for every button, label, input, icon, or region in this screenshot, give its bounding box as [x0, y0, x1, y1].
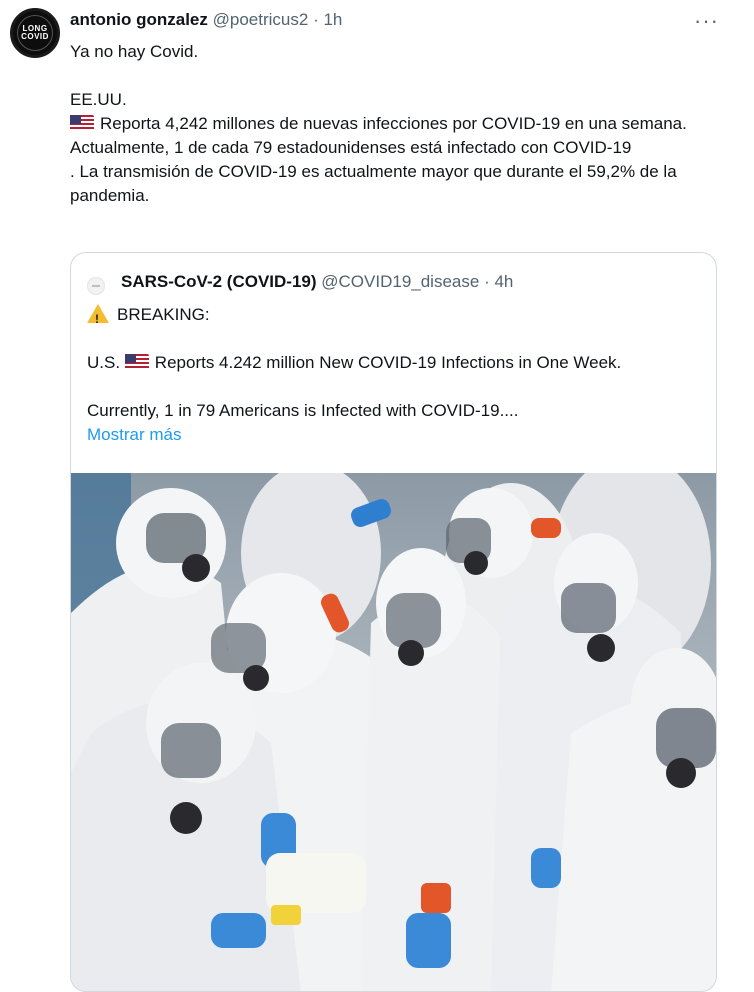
tweet-line-5: . La transmisión de COVID-19 es actualme… — [70, 162, 677, 205]
avatar-text-2: COVID — [21, 32, 49, 41]
tweet-text: Ya no hay Covid. EE.UU. Reporta 4,242 mi… — [70, 40, 720, 208]
tweet-line-4: Actualmente, 1 de cada 79 estadounidense… — [70, 138, 632, 157]
show-more-link[interactable]: Mostrar más — [87, 425, 181, 444]
quoted-tweet-text: BREAKING: U.S. Reports 4.242 million New… — [87, 303, 697, 447]
quoted-tweet-header: SARS-CoV-2 (COVID-19) @COVID19_disease ·… — [121, 272, 513, 292]
author-name[interactable]: antonio gonzalez — [70, 10, 208, 29]
quoted-media-photo[interactable] — [71, 473, 716, 991]
more-horizontal-icon[interactable]: ··· — [694, 8, 719, 34]
quoted-author-name[interactable]: SARS-CoV-2 (COVID-19) — [121, 272, 317, 291]
quoted-author-avatar[interactable] — [87, 277, 105, 295]
quoted-breaking: BREAKING: — [87, 303, 697, 331]
quoted-line-us: U.S. Reports 4.242 million New COVID-19 … — [87, 353, 622, 372]
tweet-header: antonio gonzalez @poetricus2 · 1h — [70, 10, 342, 30]
quoted-author-handle[interactable]: @COVID19_disease — [321, 272, 479, 291]
tweet-line-1: Ya no hay Covid. — [70, 42, 199, 61]
us-flag-icon — [124, 354, 149, 370]
cropped-top-edge — [0, 0, 754, 6]
us-flag-icon — [70, 115, 94, 131]
tweet-time[interactable]: · 1h — [313, 10, 342, 29]
quoted-tweet-card[interactable]: SARS-CoV-2 (COVID-19) @COVID19_disease ·… — [70, 252, 717, 992]
author-handle[interactable]: @poetricus2 — [213, 10, 309, 29]
quoted-line-current: Currently, 1 in 79 Americans is Infected… — [87, 401, 519, 420]
tweet-line-2: EE.UU. — [70, 90, 127, 109]
quoted-tweet-time[interactable]: · 4h — [484, 272, 513, 291]
author-avatar[interactable]: LONG COVID — [10, 8, 60, 58]
warning-icon — [87, 304, 109, 331]
hazmat-workers-image — [71, 473, 716, 991]
tweet-line-3: Reporta 4,242 millones de nuevas infecci… — [70, 112, 720, 136]
